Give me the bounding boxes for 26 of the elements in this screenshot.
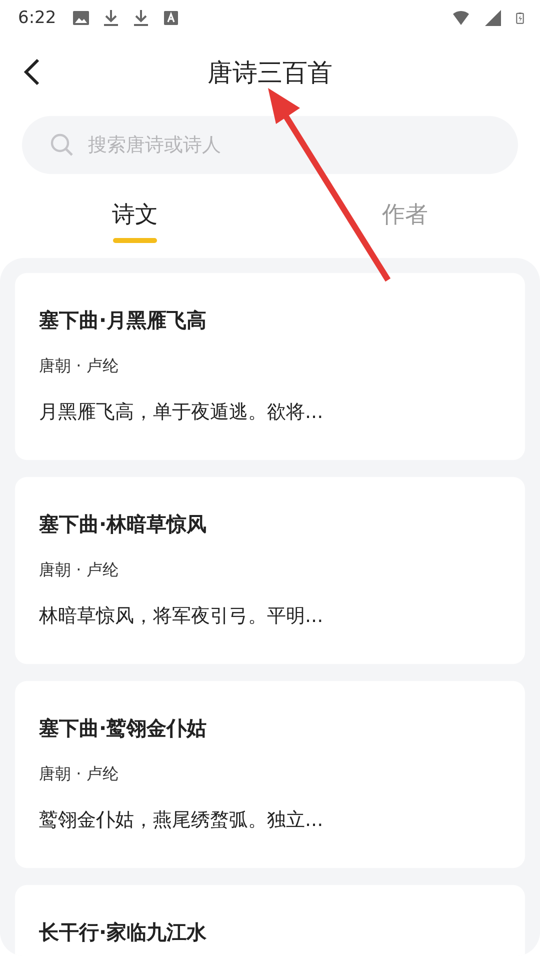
- poem-card[interactable]: 长干行·家临九江水: [15, 885, 525, 956]
- poem-card[interactable]: 塞下曲·鹫翎金仆姑 唐朝 · 卢纶 鹫翎金仆姑，燕尾绣蝥弧。独立...: [15, 681, 525, 868]
- app-notification-icon: [162, 9, 180, 27]
- poem-excerpt: 月黑雁飞高，单于夜遁逃。欲将...: [39, 400, 324, 425]
- poem-title: 塞下曲·林暗草惊风: [39, 511, 208, 538]
- signal-icon: [484, 9, 502, 27]
- search-icon: [50, 133, 74, 157]
- poem-excerpt: 鹫翎金仆姑，燕尾绣蝥弧。独立...: [39, 808, 324, 833]
- poem-card[interactable]: 塞下曲·月黑雁飞高 唐朝 · 卢纶 月黑雁飞高，单于夜遁逃。欲将...: [15, 273, 525, 460]
- image-icon: [72, 9, 90, 27]
- poem-meta: 唐朝 · 卢纶: [39, 764, 120, 785]
- poem-meta: 唐朝 · 卢纶: [39, 356, 120, 377]
- poem-meta: 唐朝 · 卢纶: [39, 560, 120, 581]
- poem-title: 长干行·家临九江水: [39, 919, 208, 946]
- download-icon: [132, 9, 150, 27]
- download-icon: [102, 9, 120, 27]
- search-field[interactable]: 搜索唐诗或诗人: [86, 133, 490, 157]
- search-bar[interactable]: 搜索唐诗或诗人: [22, 116, 518, 174]
- page-title: 唐诗三百首: [208, 56, 332, 88]
- tab[interactable]: 诗文: [0, 174, 270, 258]
- status-time: 6:22: [18, 8, 56, 28]
- poem-card[interactable]: 塞下曲·林暗草惊风 唐朝 · 卢纶 林暗草惊风，将军夜引弓。平明...: [15, 477, 525, 664]
- poem-title: 塞下曲·鹫翎金仆姑: [39, 715, 208, 742]
- poem-title: 塞下曲·月黑雁飞高: [39, 307, 208, 334]
- poem-excerpt: 林暗草惊风，将军夜引弓。平明...: [39, 604, 324, 629]
- wifi-icon: [450, 9, 472, 27]
